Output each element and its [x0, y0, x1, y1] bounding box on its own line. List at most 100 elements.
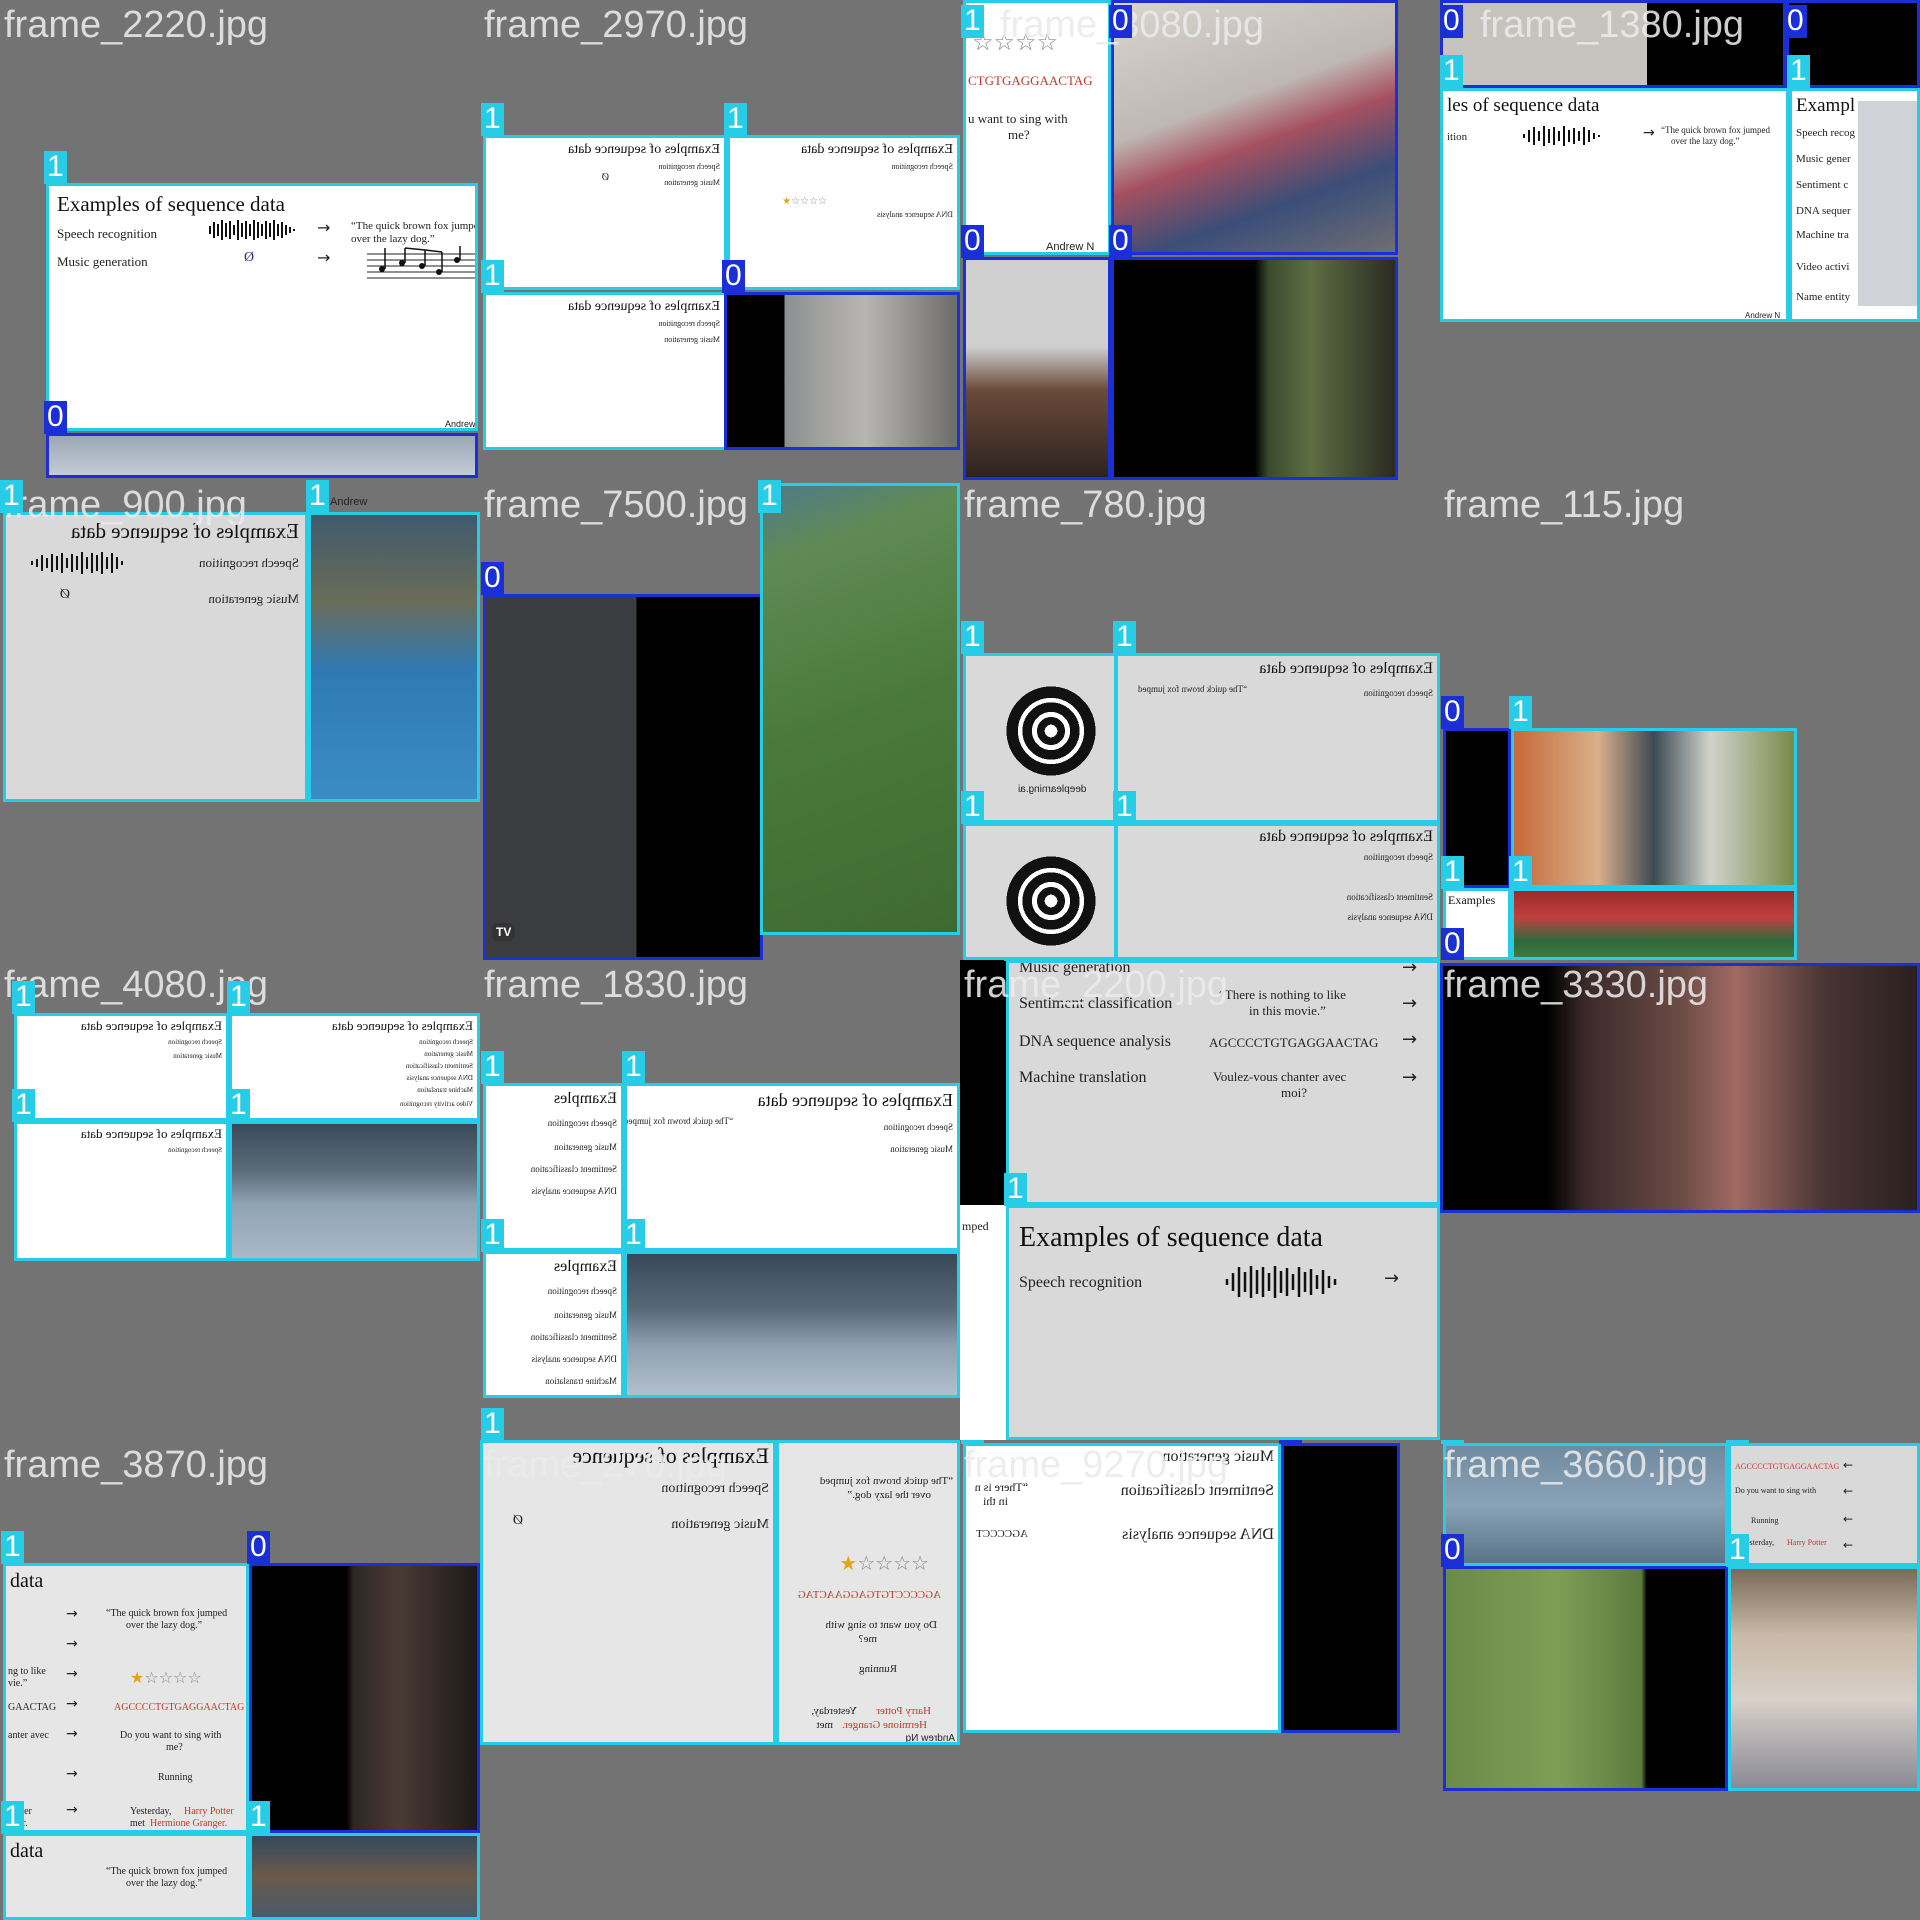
arrow-icon: →	[66, 1696, 78, 1712]
slide-row: Music generation	[671, 1517, 769, 1532]
arrow-icon: →	[1402, 1029, 1418, 1050]
tile-filename: frame_2970.jpg	[484, 4, 749, 46]
slide-row: Sentiment classification	[530, 1164, 617, 1174]
slide-title: Examples of sequence data	[801, 142, 953, 157]
detection-box-class-1: Examples of sequence data Speech recogni…	[483, 135, 727, 290]
mosaic-tile: frame_3330.jpg	[1440, 960, 1920, 1440]
slide-row: Speech recognition	[891, 162, 953, 171]
detection-box-class-1	[249, 1833, 480, 1920]
detection-box-class-0	[1440, 0, 1786, 88]
slide-row: Music generation	[554, 1310, 617, 1320]
slide-row: Music generation	[664, 178, 720, 187]
sheet-music-icon	[367, 246, 475, 279]
slide-title: Examples of sequence data	[80, 1126, 222, 1141]
slide-row: Name entity	[1796, 291, 1851, 303]
output-text: moi?	[1281, 1085, 1307, 1100]
output-text: “The quick brown fox jumped	[1661, 125, 1770, 135]
tile-filename: frame_7500.jpg	[484, 484, 749, 526]
detection-box-class-1: data “The quick brown fox jumped over th…	[3, 1563, 249, 1833]
class-label-0: 0	[961, 225, 984, 258]
class-label-1: 1	[1113, 621, 1136, 654]
output-text: “The quick brown fox jumped	[106, 1608, 228, 1619]
class-label-0: 0	[1441, 928, 1464, 960]
class-label-0: 0	[1441, 696, 1464, 729]
detection-box-class-1: Music generation Sentiment classificatio…	[963, 1443, 1281, 1733]
detection-box-class-0	[963, 257, 1111, 480]
class-label-1: 1	[1, 1801, 24, 1834]
slide-row: Speech recognition	[661, 1481, 769, 1496]
mosaic-tile: frame_1380.jpg 0 0 les of sequence data …	[1440, 0, 1920, 480]
mosaic-tile: Examples of sequence Speech recognition …	[480, 1440, 960, 1920]
star-empty-icon: ☆☆☆☆	[791, 196, 827, 207]
slide-row: Music generation	[424, 1050, 473, 1058]
class-label-0: 0	[1784, 5, 1807, 38]
output-text: “The quick brown fox jumped	[106, 1866, 228, 1877]
class-label-1: 1	[44, 151, 67, 184]
mosaic-tile: frame_1830.jpg Examples Speech recogniti…	[480, 960, 960, 1440]
mosaic-tile: frame_3870.jpg data “The quick brown fox…	[0, 1440, 480, 1920]
detection-box-class-1: deeplearning.ai	[963, 653, 1117, 823]
detection-box-class-1	[624, 1251, 960, 1398]
deeplearning-text: deeplearning.ai	[1018, 784, 1087, 795]
mosaic-tile: frame_2200.jpg mped Music generation Sen…	[960, 960, 1440, 1440]
output-text: “The quick brown fox jumpe	[351, 220, 478, 232]
class-label-1: 1	[961, 1440, 984, 1444]
mosaic-tile: Music generation Sentiment classificatio…	[960, 1440, 1440, 1920]
slide-row: DNA sequence analysis	[1019, 1033, 1171, 1050]
slide-title: Examples of sequence data	[331, 1018, 473, 1033]
class-label-1: 1	[0, 480, 23, 513]
output-text: vie.”	[8, 1678, 28, 1689]
slide-author: Andrew	[330, 496, 368, 508]
class-label-0: 0	[1109, 5, 1132, 38]
output-text: Running	[859, 1663, 897, 1675]
output-text: in this movie.”	[1249, 1003, 1326, 1018]
class-label-1: 1	[758, 480, 781, 513]
class-label-0: 0	[44, 401, 67, 434]
detection-box-class-0	[1111, 257, 1398, 480]
rating-stars: ☆☆☆☆★	[782, 196, 827, 207]
arrow-icon: →	[66, 1666, 78, 1682]
detection-box-class-0	[1111, 0, 1398, 255]
inset-photo	[1858, 101, 1917, 306]
slide-row: DNA sequer	[1796, 205, 1851, 217]
slide-title: Examples of sequence data	[71, 519, 299, 543]
arrow-icon: ←	[1843, 1538, 1854, 1552]
arrow-icon: →	[66, 1606, 78, 1622]
detection-box-class-1	[1511, 888, 1797, 960]
slide-row: Speech recognition	[658, 162, 720, 171]
star-filled-icon: ★	[130, 1668, 145, 1687]
mosaic-tile: frame_4080.jpg Examples of sequence data…	[0, 960, 480, 1440]
detection-box-class-1: Examples of sequence data Speech recogni…	[1115, 653, 1440, 823]
partial-slide: mped	[960, 1205, 1006, 1440]
slide-row: Machine translation	[417, 1086, 473, 1094]
detection-box-class-1: ☆☆☆☆ CTGTGAGGAACTAG u want to sing with …	[963, 0, 1111, 255]
slide-row: DNA sequence analysis	[531, 1186, 617, 1196]
output-text: me?	[1008, 127, 1030, 142]
output-text: ng to like	[8, 1666, 46, 1677]
mosaic-tile: frame_780.jpg deeplearning.ai 1 Examples…	[960, 480, 1440, 960]
slide-row: Speech recognition	[419, 1038, 473, 1046]
class-label-0: 0	[481, 562, 504, 595]
class-label-1: 1	[247, 1801, 270, 1834]
dna-sequence-text: AGCCCCTGTGAGGAACTAG	[1735, 1462, 1840, 1471]
output-text: me?	[858, 1633, 877, 1645]
slide-row: Machine translation	[1019, 1069, 1147, 1086]
class-label-0: 0	[1440, 5, 1463, 38]
class-label-1: 1	[1509, 696, 1532, 729]
arrow-icon: →	[1402, 1067, 1418, 1088]
slide-row: Music generation	[173, 1052, 222, 1060]
slide-author: Andrew N	[445, 419, 476, 429]
detection-box-class-0	[1443, 1566, 1728, 1791]
dna-sequence-text: GAACTAG	[8, 1702, 57, 1713]
class-label-1: 1	[622, 1219, 645, 1252]
output-text: over the lazy dog.”	[126, 1878, 203, 1889]
detection-box-class-1: les of sequence data ition → “The quick …	[1440, 88, 1789, 322]
output-text: “There is nothing to like	[1219, 987, 1347, 1002]
detection-box-class-1: Examples of sequence data Speech recogni…	[1006, 1205, 1440, 1440]
detection-box-class-0	[724, 292, 960, 450]
slide-row: Speech recognition	[199, 555, 299, 570]
slide-row: mped	[962, 1219, 989, 1233]
output-text: in thi	[982, 1494, 1008, 1508]
detection-box-class-0: TV	[483, 594, 763, 960]
music-note-icon: Ø	[244, 250, 255, 265]
